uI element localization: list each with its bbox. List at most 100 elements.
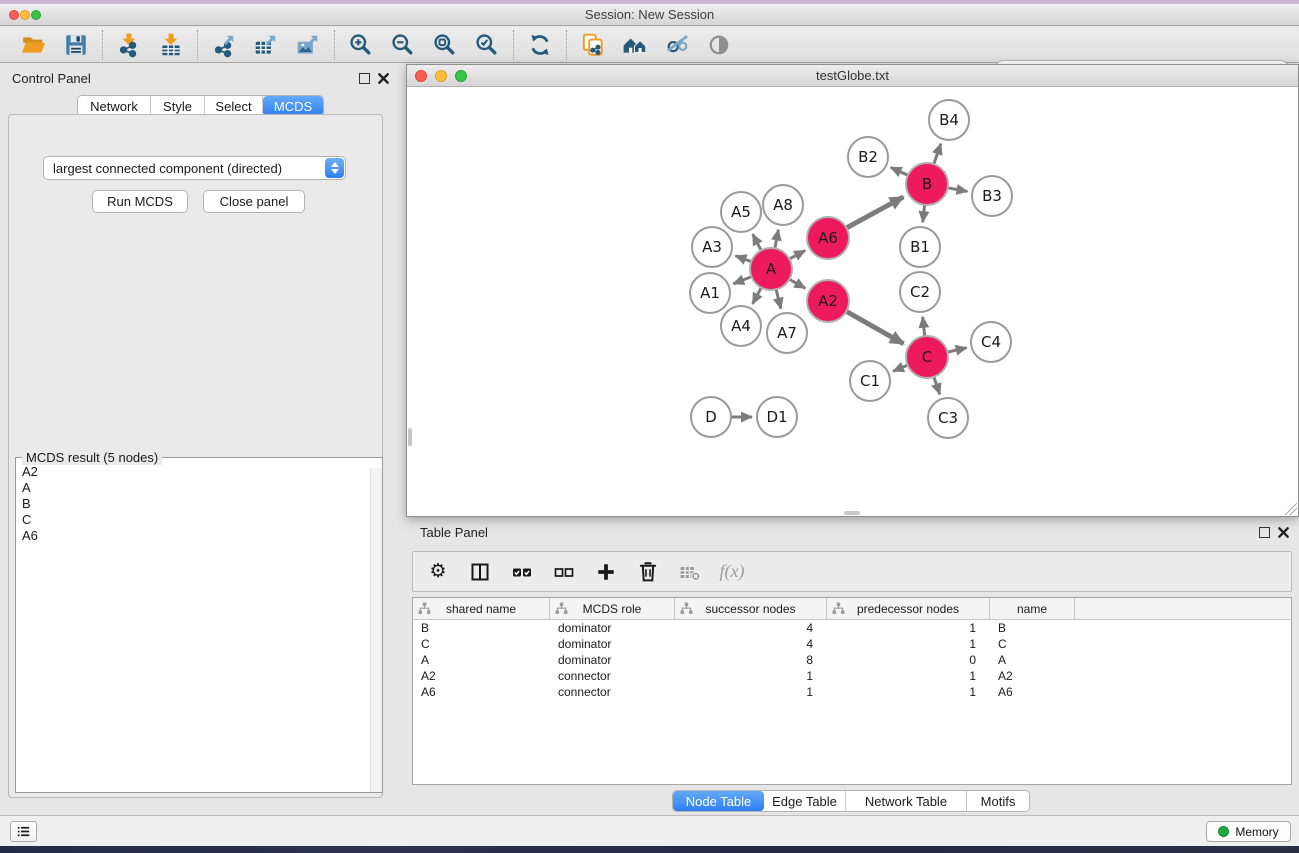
cell-successor-nodes[interactable]: 4 xyxy=(675,636,827,652)
refresh-layout-button[interactable] xyxy=(525,30,555,60)
graph-node-A8[interactable]: A8 xyxy=(763,185,803,225)
graph-node-A5[interactable]: A5 xyxy=(721,192,761,232)
delete-row-button[interactable] xyxy=(635,559,661,585)
show-contrast-button[interactable] xyxy=(704,30,734,60)
export-table-button[interactable] xyxy=(251,30,281,60)
zoom-in-button[interactable] xyxy=(346,30,376,60)
function-builder-button[interactable]: f(x) xyxy=(719,559,745,585)
graph-node-B4[interactable]: B4 xyxy=(929,100,969,140)
memory-button[interactable]: Memory xyxy=(1206,821,1291,842)
network-resize-grip[interactable] xyxy=(1284,502,1297,515)
zoom-out-button[interactable] xyxy=(388,30,418,60)
network-canvas[interactable]: B4 B2 B B3 A8A5 A6 A3 B1 A A1 C2 A2 A4A7 C4 C C1 C3 D D1 xyxy=(407,87,1298,516)
mcds-result-item[interactable]: A xyxy=(22,480,382,496)
close-panel-button[interactable]: Close panel xyxy=(203,190,305,213)
task-history-button[interactable] xyxy=(10,821,37,842)
columns-button[interactable] xyxy=(467,559,493,585)
cell-name[interactable]: C xyxy=(990,636,1075,652)
cell-mcds-role[interactable]: dominator xyxy=(550,620,675,636)
copy-network-button[interactable] xyxy=(578,30,608,60)
cell-mcds-role[interactable]: connector xyxy=(550,668,675,684)
import-network-button[interactable] xyxy=(114,30,144,60)
graph-node-A7[interactable]: A7 xyxy=(767,313,807,353)
graph-node-C3[interactable]: C3 xyxy=(928,398,968,438)
column-header-successor-nodes[interactable]: successor nodes xyxy=(675,598,827,619)
add-row-button[interactable] xyxy=(593,559,619,585)
home-layout-button[interactable] xyxy=(620,30,650,60)
unselect-all-button[interactable] xyxy=(551,559,577,585)
mcds-result-item[interactable]: B xyxy=(22,496,382,512)
mcds-result-scrollbar[interactable] xyxy=(370,468,382,792)
mcds-result-item[interactable]: C xyxy=(22,512,382,528)
cell-predecessor-nodes[interactable]: 1 xyxy=(827,668,990,684)
tab-style[interactable]: Style xyxy=(151,96,205,116)
graph-node-B[interactable]: B xyxy=(906,163,948,205)
graph-node-B3[interactable]: B3 xyxy=(972,176,1012,216)
export-image-button[interactable] xyxy=(293,30,323,60)
tab-network[interactable]: Network xyxy=(78,96,151,116)
delete-table-button[interactable] xyxy=(677,559,703,585)
cell-shared-name[interactable]: B xyxy=(413,620,550,636)
run-mcds-button[interactable]: Run MCDS xyxy=(92,190,188,213)
mcds-result-item[interactable]: A6 xyxy=(22,528,382,544)
column-header-shared-name[interactable]: shared name xyxy=(413,598,550,619)
graph-node-C1[interactable]: C1 xyxy=(850,361,890,401)
graph-node-D[interactable]: D xyxy=(691,397,731,437)
graph-node-A4[interactable]: A4 xyxy=(721,306,761,346)
export-network-button[interactable] xyxy=(209,30,239,60)
tab-node-table[interactable]: Node Table xyxy=(673,791,764,811)
graph-node-A6[interactable]: A6 xyxy=(807,217,849,259)
cell-name[interactable]: A6 xyxy=(990,684,1075,700)
graph-node-A[interactable]: A xyxy=(750,248,792,290)
save-session-button[interactable] xyxy=(61,30,91,60)
tab-edge-table[interactable]: Edge Table xyxy=(764,791,846,811)
cell-successor-nodes[interactable]: 1 xyxy=(675,668,827,684)
control-panel-close-icon[interactable] xyxy=(377,72,390,85)
cell-name[interactable]: A2 xyxy=(990,668,1075,684)
settings-button[interactable]: ⚙ xyxy=(425,559,451,585)
tab-network-table[interactable]: Network Table xyxy=(846,791,967,811)
network-window-title-bar[interactable]: testGlobe.txt xyxy=(407,65,1298,87)
zoom-fit-button[interactable] xyxy=(430,30,460,60)
cell-mcds-role[interactable]: dominator xyxy=(550,636,675,652)
tab-select[interactable]: Select xyxy=(205,96,263,116)
network-vertical-scroll-thumb[interactable] xyxy=(408,428,412,446)
tab-mcds[interactable]: MCDS xyxy=(263,96,323,116)
cell-shared-name[interactable]: C xyxy=(413,636,550,652)
zoom-selected-button[interactable] xyxy=(472,30,502,60)
cell-shared-name[interactable]: A xyxy=(413,652,550,668)
graph-node-C2[interactable]: C2 xyxy=(900,272,940,312)
table-panel-close-icon[interactable] xyxy=(1277,526,1290,539)
graph-node-B1[interactable]: B1 xyxy=(900,227,940,267)
cell-mcds-role[interactable]: connector xyxy=(550,684,675,700)
network-horizontal-scroll-thumb[interactable] xyxy=(844,511,860,515)
graph-node-C4[interactable]: C4 xyxy=(971,322,1011,362)
cell-name[interactable]: A xyxy=(990,652,1075,668)
column-header-predecessor-nodes[interactable]: predecessor nodes xyxy=(827,598,990,619)
column-header-name[interactable]: name xyxy=(990,598,1075,619)
cell-shared-name[interactable]: A2 xyxy=(413,668,550,684)
cell-successor-nodes[interactable]: 4 xyxy=(675,620,827,636)
control-panel-float-button[interactable] xyxy=(359,73,370,84)
mcds-result-item[interactable]: A2 xyxy=(22,464,382,480)
cell-predecessor-nodes[interactable]: 1 xyxy=(827,636,990,652)
optimization-criterion-select[interactable]: largest connected component (directed) xyxy=(43,156,346,180)
graph-node-C[interactable]: C xyxy=(906,336,948,378)
cell-successor-nodes[interactable]: 8 xyxy=(675,652,827,668)
import-table-button[interactable] xyxy=(156,30,186,60)
cell-predecessor-nodes[interactable]: 0 xyxy=(827,652,990,668)
graph-node-B2[interactable]: B2 xyxy=(848,137,888,177)
column-header-mcds-role[interactable]: MCDS role xyxy=(550,598,675,619)
cell-mcds-role[interactable]: dominator xyxy=(550,652,675,668)
cell-name[interactable]: B xyxy=(990,620,1075,636)
graph-node-A2[interactable]: A2 xyxy=(807,280,849,322)
table-panel-float-button[interactable] xyxy=(1259,527,1270,538)
select-all-button[interactable] xyxy=(509,559,535,585)
hide-graphics-details-button[interactable] xyxy=(662,30,692,60)
open-file-button[interactable] xyxy=(19,30,49,60)
graph-node-D1[interactable]: D1 xyxy=(757,397,797,437)
cell-shared-name[interactable]: A6 xyxy=(413,684,550,700)
graph-node-A1[interactable]: A1 xyxy=(690,273,730,313)
cell-predecessor-nodes[interactable]: 1 xyxy=(827,620,990,636)
graph-node-A3[interactable]: A3 xyxy=(692,227,732,267)
